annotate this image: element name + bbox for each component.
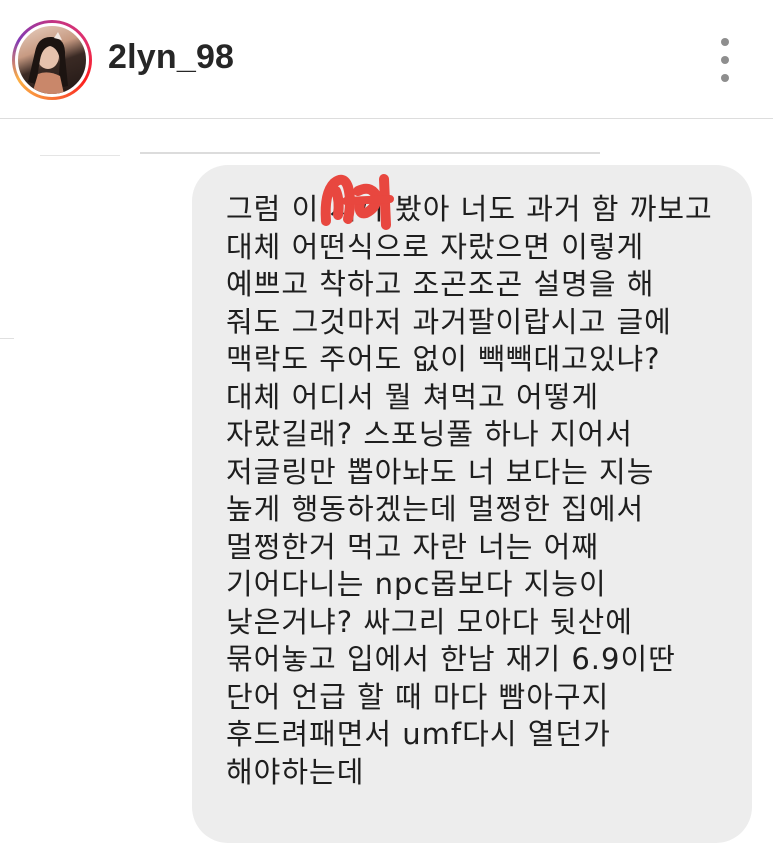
divider — [40, 155, 120, 156]
message-line: 맥락도 주어도 없이 빽빽대고있냐? — [226, 342, 661, 376]
more-dot — [721, 74, 729, 82]
message-line: 예쁘고 착하고 조곤조곤 설명을 해 — [226, 267, 655, 301]
message-line: 대체 어떤식으로 자랐으면 이렇게 — [226, 229, 645, 264]
message-line: 자랐길래? 스포닝풀 하나 지어서 — [226, 417, 633, 451]
message-line: 후드려패면서 umf다시 열던가 — [226, 717, 611, 751]
message-line: 줘도 그것마저 과거팔이랍시고 글에 — [226, 304, 672, 339]
chat-header: 2lyn_98 — [0, 0, 773, 119]
avatar[interactable] — [15, 23, 89, 97]
message-line: 저글링만 뽑아놔도 너 보다는 지능 — [226, 454, 655, 489]
message-line: 단어 언급 할 때 마다 빰아구지 — [226, 679, 610, 714]
red-redaction-scribble — [320, 174, 394, 230]
message-line: 낮은거냐? 싸그리 모아다 뒷산에 — [226, 604, 633, 639]
message-line: 묶어놓고 입에서 한남 재기 6.9이딴 — [226, 642, 676, 676]
message-line: 멀쩡한거 먹고 자란 너는 어째 — [226, 529, 600, 564]
divider — [140, 152, 600, 154]
message-line: 해야하는데 — [226, 754, 365, 789]
divider — [0, 338, 14, 339]
more-dot — [721, 38, 729, 46]
message-line: 그럼 이 새끼 봤아 너도 과거 함 까보고 — [226, 192, 713, 226]
profile-photo — [28, 32, 68, 94]
username[interactable]: 2lyn_98 — [108, 38, 234, 77]
message-line: 대체 어디서 뭘 쳐먹고 어떻게 — [226, 379, 600, 414]
message-line: 높게 행동하겠는데 멀쩡한 집에서 — [226, 492, 645, 526]
more-options-icon[interactable] — [710, 38, 740, 82]
more-dot — [721, 56, 729, 64]
avatar-story-ring[interactable] — [12, 20, 92, 100]
message-line: 기어다니는 npc몹보다 지능이 — [226, 567, 607, 601]
message-bubble[interactable]: 그럼 이 새끼 봤아 너도 과거 함 까보고 대체 어떤식으로 자랐으면 이렇게… — [192, 165, 752, 843]
